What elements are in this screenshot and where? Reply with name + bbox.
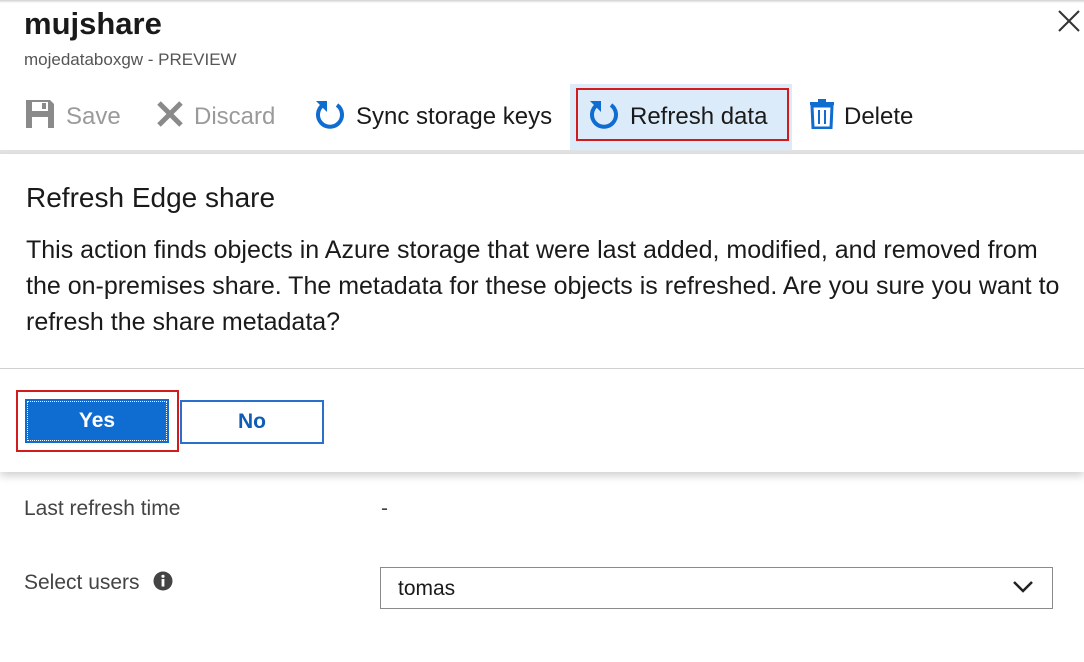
refresh-confirmation-panel: Refresh Edge share This action finds obj… <box>0 154 1084 472</box>
save-button[interactable]: Save <box>24 84 121 150</box>
info-icon[interactable] <box>153 571 173 591</box>
save-icon <box>24 98 56 137</box>
sync-icon <box>314 97 346 138</box>
command-bar: Save Discard Sync storage keys Refresh d… <box>0 84 1084 150</box>
select-users-value: tomas <box>398 577 456 600</box>
last-refresh-label: Last refresh time <box>24 497 181 520</box>
blade-subtitle: mojedataboxgw - PREVIEW <box>24 50 237 69</box>
no-button[interactable]: No <box>180 400 324 444</box>
dialog-message: This action finds objects in Azure stora… <box>26 236 1060 336</box>
discard-button[interactable]: Discard <box>156 84 275 150</box>
select-users-dropdown[interactable]: tomas <box>380 567 1053 609</box>
dialog-divider <box>0 368 1084 369</box>
sync-storage-keys-button[interactable]: Sync storage keys <box>314 84 552 150</box>
close-button[interactable] <box>1056 8 1084 42</box>
discard-icon <box>156 100 184 135</box>
dialog-title: Refresh Edge share <box>26 182 276 213</box>
delete-icon <box>810 98 834 136</box>
top-shadow <box>0 0 1084 3</box>
save-label: Save <box>66 103 121 130</box>
discard-label: Discard <box>194 103 276 130</box>
delete-label: Delete <box>844 103 914 130</box>
chevron-down-icon <box>1012 580 1034 599</box>
yes-button[interactable]: Yes <box>25 399 169 443</box>
delete-button[interactable]: Delete <box>810 84 913 150</box>
select-users-label: Select users <box>24 571 140 594</box>
select-users-row: Select users <box>24 571 173 595</box>
blade-title: mujshare <box>24 6 162 41</box>
close-icon <box>1058 10 1080 32</box>
refresh-highlight-box <box>576 88 789 141</box>
sync-label: Sync storage keys <box>356 103 553 130</box>
last-refresh-value: - <box>381 497 388 520</box>
